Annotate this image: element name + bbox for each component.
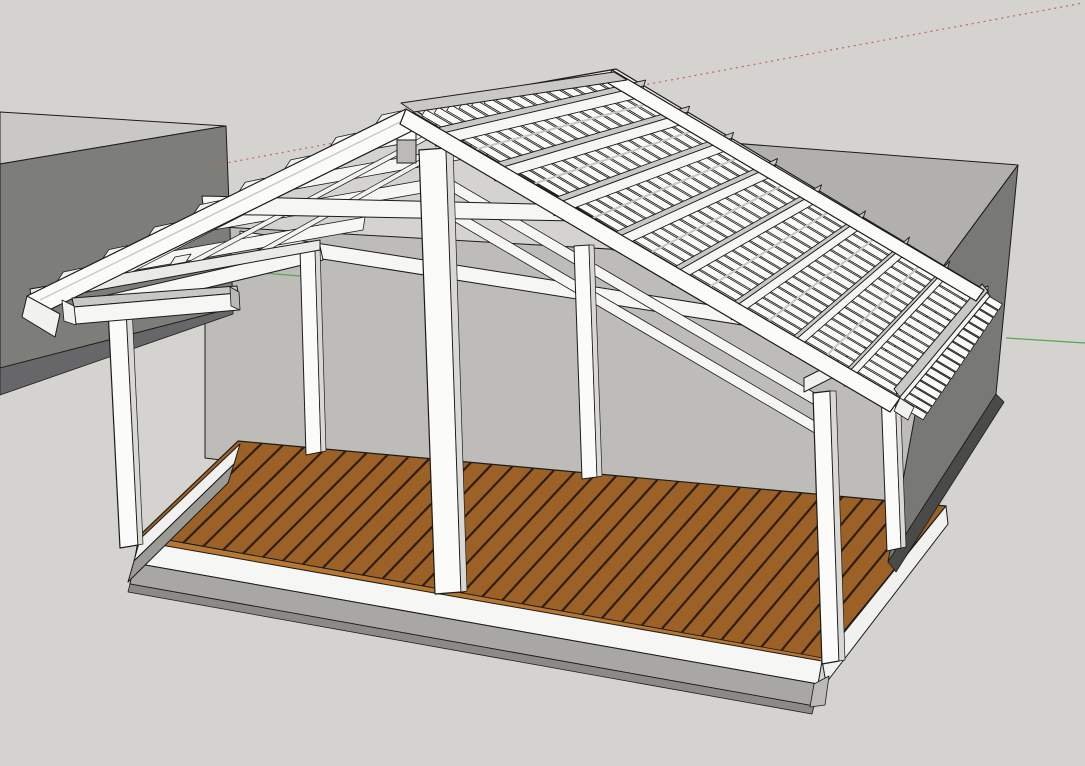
model-scene <box>0 0 1085 766</box>
3d-viewport[interactable] <box>0 0 1085 766</box>
ridge-apex-block <box>396 139 417 164</box>
